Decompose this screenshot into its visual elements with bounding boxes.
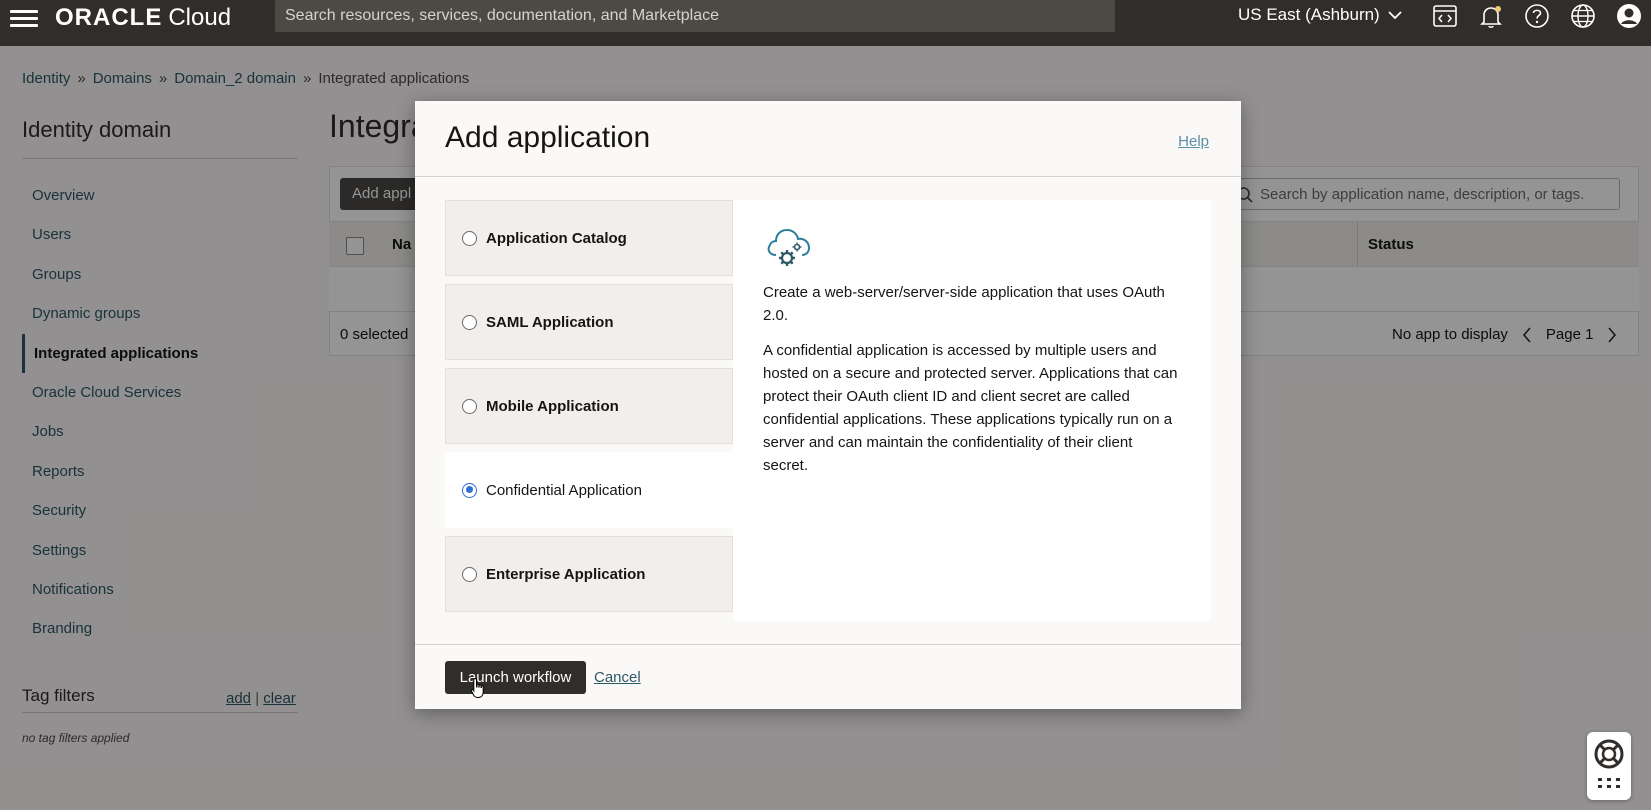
description-body: A confidential application is accessed b…: [763, 342, 1178, 474]
region-selector[interactable]: US East (Ashburn): [1238, 5, 1402, 25]
cancel-link[interactable]: Cancel: [594, 669, 641, 686]
option-label: SAML Application: [486, 313, 614, 331]
option-label: Mobile Application: [486, 397, 619, 415]
radio-button[interactable]: [462, 566, 477, 582]
language-globe-icon[interactable]: [1569, 2, 1597, 30]
top-bar: ORACLE Cloud Search resources, services,…: [0, 0, 1651, 46]
add-application-dialog: Add application Help Application Catalog…: [415, 101, 1241, 709]
radio-button[interactable]: [462, 398, 477, 414]
lifebuoy-icon: [1594, 739, 1624, 788]
option-enterprise-application[interactable]: Enterprise Application: [445, 536, 733, 612]
dialog-help-link[interactable]: Help: [1178, 133, 1209, 150]
user-profile-icon[interactable]: [1615, 2, 1643, 30]
logo-brand: ORACLE: [55, 4, 163, 31]
launch-workflow-button[interactable]: Launch workflow: [445, 661, 586, 694]
code-editor-icon[interactable]: [1431, 2, 1459, 30]
menu-icon[interactable]: [10, 6, 38, 34]
description-summary: Create a web-server/server-side applicat…: [763, 284, 1165, 324]
region-label: US East (Ashburn): [1238, 5, 1380, 24]
chevron-down-icon: [1388, 11, 1402, 20]
hand-pointer-cursor-icon: [470, 677, 484, 698]
application-type-options: Application Catalog SAML Application Mob…: [445, 200, 733, 620]
option-application-catalog[interactable]: Application Catalog: [445, 200, 733, 276]
logo-product: Cloud: [168, 4, 232, 31]
divider: [415, 644, 1241, 645]
help-widget[interactable]: [1587, 732, 1631, 800]
radio-button[interactable]: [462, 230, 477, 246]
option-label: Application Catalog: [486, 229, 627, 247]
radio-button-selected[interactable]: [462, 482, 477, 498]
option-label: Confidential Application: [486, 481, 642, 499]
help-icon[interactable]: [1523, 2, 1551, 30]
oracle-cloud-logo[interactable]: ORACLE Cloud: [55, 4, 231, 34]
notifications-bell-icon[interactable]: [1477, 2, 1505, 30]
dialog-title: Add application: [445, 121, 651, 154]
radio-button[interactable]: [462, 314, 477, 330]
option-mobile-application[interactable]: Mobile Application: [445, 368, 733, 444]
option-label: Enterprise Application: [486, 565, 646, 583]
divider: [415, 176, 1241, 177]
option-confidential-application[interactable]: Confidential Application: [445, 452, 733, 528]
application-type-description: Create a web-server/server-side applicat…: [733, 200, 1211, 621]
option-saml-application[interactable]: SAML Application: [445, 284, 733, 360]
global-search-input[interactable]: Search resources, services, documentatio…: [275, 0, 1115, 32]
cloud-gear-icon: [767, 228, 811, 266]
